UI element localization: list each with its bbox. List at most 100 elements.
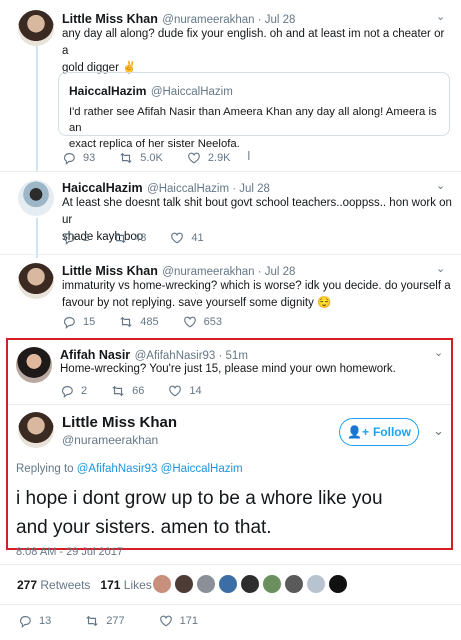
- author-name[interactable]: HaiccalHazim: [62, 181, 143, 195]
- retweet-count: 66: [132, 385, 145, 397]
- retweet-button[interactable]: 5.0K: [119, 151, 163, 165]
- main-tweet-text: i hope i dont grow up to be a whore like…: [16, 488, 383, 538]
- chevron-down-icon[interactable]: ⌄: [436, 10, 445, 23]
- reply-button[interactable]: 2: [62, 231, 89, 245]
- likers-avatars: [152, 574, 350, 594]
- tweet-actions: 15 485 653: [62, 315, 246, 329]
- replying-to-handles[interactable]: @AfifahNasir93 @HaiccalHazim: [77, 463, 243, 475]
- liker-avatar[interactable]: [284, 574, 304, 594]
- liker-avatar[interactable]: [196, 574, 216, 594]
- reply-count: 2: [81, 385, 88, 397]
- likes-count: 171: [100, 578, 121, 592]
- author-name[interactable]: Afifah Nasir: [60, 348, 130, 362]
- reply-count: 15: [83, 316, 96, 328]
- divider: [0, 254, 461, 255]
- tweet-text: any day all along? dude fix your english…: [62, 28, 445, 74]
- author-handle[interactable]: @nurameerakhan · Jul 28: [162, 266, 295, 278]
- liker-avatar[interactable]: [152, 574, 172, 594]
- replying-to: Replying to @AfifahNasir93 @HaiccalHazim: [16, 463, 243, 475]
- reply-icon: [63, 153, 75, 165]
- author-name[interactable]: Little Miss Khan: [62, 12, 158, 26]
- reply-count: 13: [39, 615, 52, 627]
- divider: [0, 171, 461, 172]
- retweets-label: Retweets: [40, 578, 91, 592]
- like-count: 41: [191, 232, 204, 244]
- retweets-stat[interactable]: 277 Retweets: [17, 578, 94, 592]
- avatar[interactable]: [18, 263, 54, 299]
- thread-line: [36, 218, 38, 258]
- reply-count: 93: [83, 152, 96, 164]
- like-button[interactable]: 14: [168, 384, 202, 398]
- avatar[interactable]: [16, 347, 52, 383]
- liker-avatar[interactable]: [262, 574, 282, 594]
- likes-label: Likes: [123, 578, 152, 592]
- retweet-count: 48: [134, 232, 147, 244]
- engagement-stats: 277 Retweets 171 Likes: [17, 578, 152, 592]
- retweet-icon: [114, 232, 126, 244]
- reply-icon: [63, 233, 75, 245]
- replying-to-label: Replying to: [16, 463, 74, 475]
- retweet-button[interactable]: 277: [85, 614, 125, 628]
- reply-icon: [63, 317, 75, 329]
- reply-button[interactable]: 13: [18, 614, 51, 628]
- heart-icon: [159, 615, 172, 627]
- main-tweet-handle[interactable]: @nurameerakhan: [62, 433, 158, 447]
- retweet-count: 5.0K: [140, 152, 163, 164]
- liker-avatar[interactable]: [328, 574, 348, 594]
- follow-label: Follow: [372, 425, 411, 439]
- retweet-button[interactable]: 66: [111, 384, 144, 398]
- like-button[interactable]: 41: [170, 231, 204, 245]
- like-button[interactable]: 653: [183, 315, 222, 329]
- follow-button[interactable]: 👤+ Follow: [339, 418, 419, 446]
- like-button[interactable]: 171: [159, 614, 198, 628]
- chevron-down-icon[interactable]: ⌄: [436, 179, 445, 192]
- main-tweet-timestamp[interactable]: 8:08 AM - 29 Jul 2017: [16, 546, 123, 558]
- chevron-down-icon[interactable]: ⌄: [433, 423, 444, 439]
- liker-avatar[interactable]: [174, 574, 194, 594]
- chevron-down-icon[interactable]: ⌄: [434, 346, 443, 359]
- reply-count: 2: [83, 232, 90, 244]
- heart-icon: [183, 316, 196, 328]
- tweet-actions: 2 66 14: [60, 384, 226, 398]
- thread-line: [36, 46, 38, 172]
- likes-stat[interactable]: 171 Likes: [100, 578, 151, 592]
- quoted-author-name: HaiccalHazim: [69, 84, 147, 98]
- tweet-actions: 2 48 41: [62, 231, 228, 245]
- quoted-author-handle: @HaiccalHazim: [150, 86, 233, 98]
- quoted-tweet[interactable]: HaiccalHazim @HaiccalHazim I'd rather se…: [58, 72, 450, 150]
- main-tweet-name[interactable]: Little Miss Khan: [62, 414, 177, 431]
- liker-avatar[interactable]: [240, 574, 260, 594]
- retweet-button[interactable]: 485: [119, 315, 159, 329]
- retweet-icon: [120, 152, 132, 164]
- reply-icon: [61, 386, 73, 398]
- like-count: 171: [179, 615, 198, 627]
- retweet-icon: [120, 316, 132, 328]
- divider: [0, 604, 461, 605]
- tweet-actions: 93 5.0K 2.9K: [62, 151, 255, 165]
- retweet-button[interactable]: 48: [113, 231, 146, 245]
- author-name[interactable]: Little Miss Khan: [62, 264, 158, 278]
- retweet-count: 277: [106, 615, 125, 627]
- author-handle[interactable]: @nurameerakhan · Jul 28: [162, 14, 295, 26]
- like-count: 653: [203, 316, 222, 328]
- add-user-icon: 👤+: [347, 425, 369, 439]
- divider: [0, 564, 461, 565]
- like-button[interactable]: 2.9K: [187, 151, 231, 165]
- heart-icon: [171, 232, 184, 244]
- tweet-text: immaturity vs home-wrecking? which is wo…: [62, 280, 451, 309]
- like-count: 2.9K: [207, 152, 231, 164]
- reply-button[interactable]: 2: [60, 384, 87, 398]
- heart-icon: [169, 385, 182, 397]
- main-tweet-actions: 13 277 171: [18, 614, 222, 628]
- reply-button[interactable]: 93: [62, 151, 95, 165]
- quoted-text: I'd rather see Afifah Nasir than Ameera …: [69, 106, 437, 150]
- avatar[interactable]: [18, 180, 54, 216]
- avatar[interactable]: [18, 10, 54, 46]
- heart-icon: [188, 152, 200, 164]
- avatar[interactable]: [18, 412, 54, 448]
- reply-button[interactable]: 15: [62, 315, 95, 329]
- liker-avatar[interactable]: [218, 574, 238, 594]
- liker-avatar[interactable]: [306, 574, 326, 594]
- chevron-down-icon[interactable]: ⌄: [436, 262, 445, 275]
- author-handle[interactable]: @HaiccalHazim · Jul 28: [147, 183, 270, 195]
